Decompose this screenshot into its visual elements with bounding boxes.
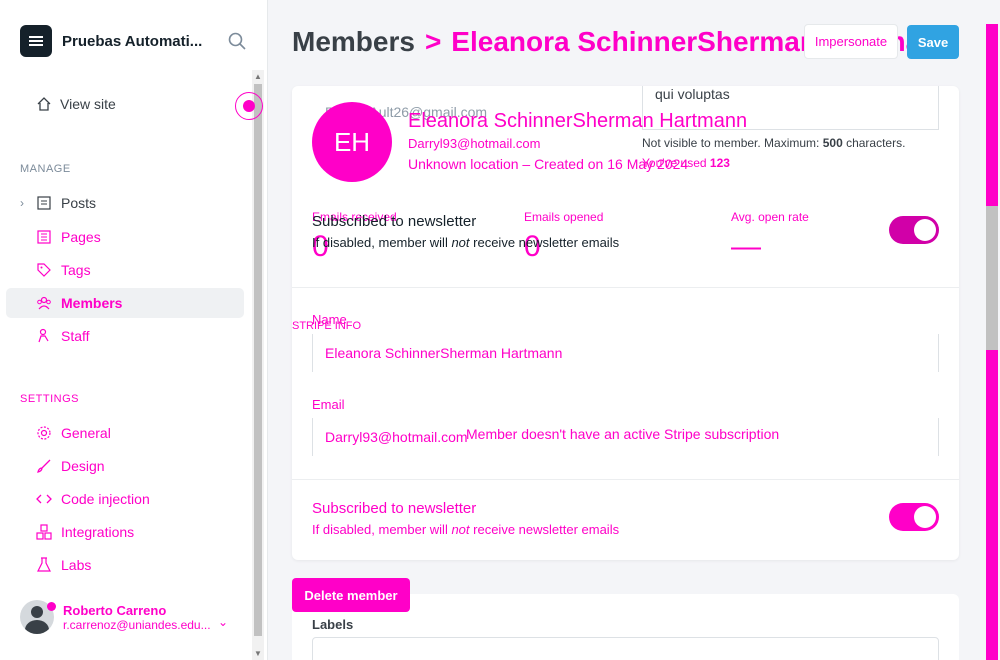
email-label: Email — [312, 397, 345, 412]
gear-icon — [37, 426, 51, 440]
member-avatar: EH — [312, 102, 392, 182]
newsletter-title: Subscribed to newsletter — [312, 500, 477, 517]
posts-icon — [37, 196, 51, 210]
chevron-down-icon[interactable]: ⌄ — [218, 615, 228, 629]
brand-name: Pruebas Automati... — [62, 32, 203, 50]
manage-section-label: MANAGE — [20, 163, 71, 175]
code-icon — [36, 494, 52, 504]
staff-icon — [38, 328, 49, 343]
search-icon[interactable] — [228, 32, 246, 50]
sidebar-item-members[interactable]: Members — [6, 288, 244, 318]
settings-section-label: SETTINGS — [20, 393, 80, 405]
sidebar-item-design[interactable]: Design — [6, 451, 244, 481]
sidebar-item-label: General — [61, 425, 111, 441]
sidebar-item-label: Code injection — [61, 491, 150, 507]
sidebar-item-label: Labs — [61, 557, 92, 573]
newsletter-toggle[interactable] — [889, 503, 939, 531]
user-menu[interactable]: Roberto Carreno r.carrenoz@uniandes.edu.… — [20, 600, 223, 634]
sidebar-scrollbar[interactable]: ▲ ▼ — [252, 70, 264, 660]
sidebar-item-label: Posts — [61, 195, 97, 211]
sidebar-item-integrations[interactable]: Integrations — [6, 517, 244, 547]
sidebar-item-posts[interactable]: › Posts — [6, 188, 244, 218]
member-name: Eleanora SchinnerSherman Hartmann — [408, 110, 748, 132]
member-meta: Unknown location – Created on 16 May 202… — [408, 156, 689, 172]
user-name: Roberto Carreno — [63, 602, 167, 618]
newsletter-desc: If disabled, member will not receive new… — [312, 235, 620, 250]
tag-icon — [37, 263, 51, 277]
sidebar-item-tags[interactable]: Tags — [6, 255, 244, 285]
impersonate-button[interactable]: Impersonate — [804, 24, 898, 59]
view-site-link[interactable]: View site — [36, 96, 116, 112]
newsletter-title: Subscribed to newsletter — [312, 213, 477, 230]
note-value: qui voluptas — [655, 86, 730, 102]
sidebar-item-general[interactable]: General — [6, 418, 244, 448]
stat-label: Emails opened — [524, 210, 604, 224]
sidebar-item-label: Pages — [61, 229, 101, 245]
sidebar-item-pages[interactable]: Pages — [6, 222, 244, 252]
newsletter-toggle[interactable] — [889, 216, 939, 244]
save-button[interactable]: Save — [907, 25, 959, 59]
sidebar-item-label: Integrations — [61, 524, 135, 540]
scroll-down-icon[interactable]: ▼ — [254, 649, 262, 658]
home-icon — [37, 97, 51, 111]
name-field[interactable]: Eleanora SchinnerSherman Hartmann — [312, 334, 939, 372]
user-email: r.carrenoz@uniandes.edu... — [63, 617, 211, 632]
scroll-thumb[interactable] — [254, 84, 262, 636]
sidebar: Pruebas Automati... ▲ ▼ View site MANAGE… — [0, 0, 268, 660]
member-email: Darryl93@hotmail.com — [408, 136, 541, 151]
chevron-right-icon[interactable]: › — [20, 196, 24, 210]
sidebar-item-label: Tags — [61, 262, 91, 278]
labels-input[interactable] — [312, 637, 939, 660]
brand-logo-icon — [20, 25, 52, 57]
integrations-icon — [36, 524, 52, 540]
brand[interactable]: Pruebas Automati... — [20, 25, 210, 57]
stat-label: Avg. open rate — [731, 210, 809, 224]
brush-icon — [37, 459, 51, 473]
pages-icon — [37, 230, 51, 244]
sidebar-item-staff[interactable]: Staff — [6, 321, 244, 351]
stripe-status: Member doesn't have an active Stripe sub… — [466, 426, 780, 442]
divider — [292, 287, 959, 288]
breadcrumb-separator: > — [424, 26, 442, 57]
labels-label: Labels — [312, 617, 354, 632]
scroll-up-icon[interactable]: ▲ — [254, 72, 262, 81]
notification-indicator[interactable] — [235, 92, 263, 120]
members-icon — [37, 296, 51, 310]
breadcrumb-members[interactable]: Members — [292, 26, 415, 58]
stat-value: — — [731, 230, 761, 263]
flask-icon — [37, 557, 51, 572]
newsletter-desc: If disabled, member will not receive new… — [312, 522, 620, 537]
sidebar-item-label: Staff — [61, 328, 90, 344]
view-site-label: View site — [60, 96, 116, 112]
note-help: Not visible to member. Maximum: 500 char… — [642, 136, 906, 150]
status-dot — [47, 602, 56, 611]
delete-member-button[interactable]: Delete member — [292, 578, 410, 612]
sidebar-item-labs[interactable]: Labs — [6, 550, 244, 580]
name-label: Name — [312, 312, 347, 327]
sidebar-item-label: Design — [61, 458, 105, 474]
sidebar-item-code-injection[interactable]: Code injection — [6, 484, 244, 514]
page-scroll-thumb[interactable] — [986, 206, 998, 350]
divider — [292, 479, 959, 480]
sidebar-item-label: Members — [61, 295, 123, 311]
